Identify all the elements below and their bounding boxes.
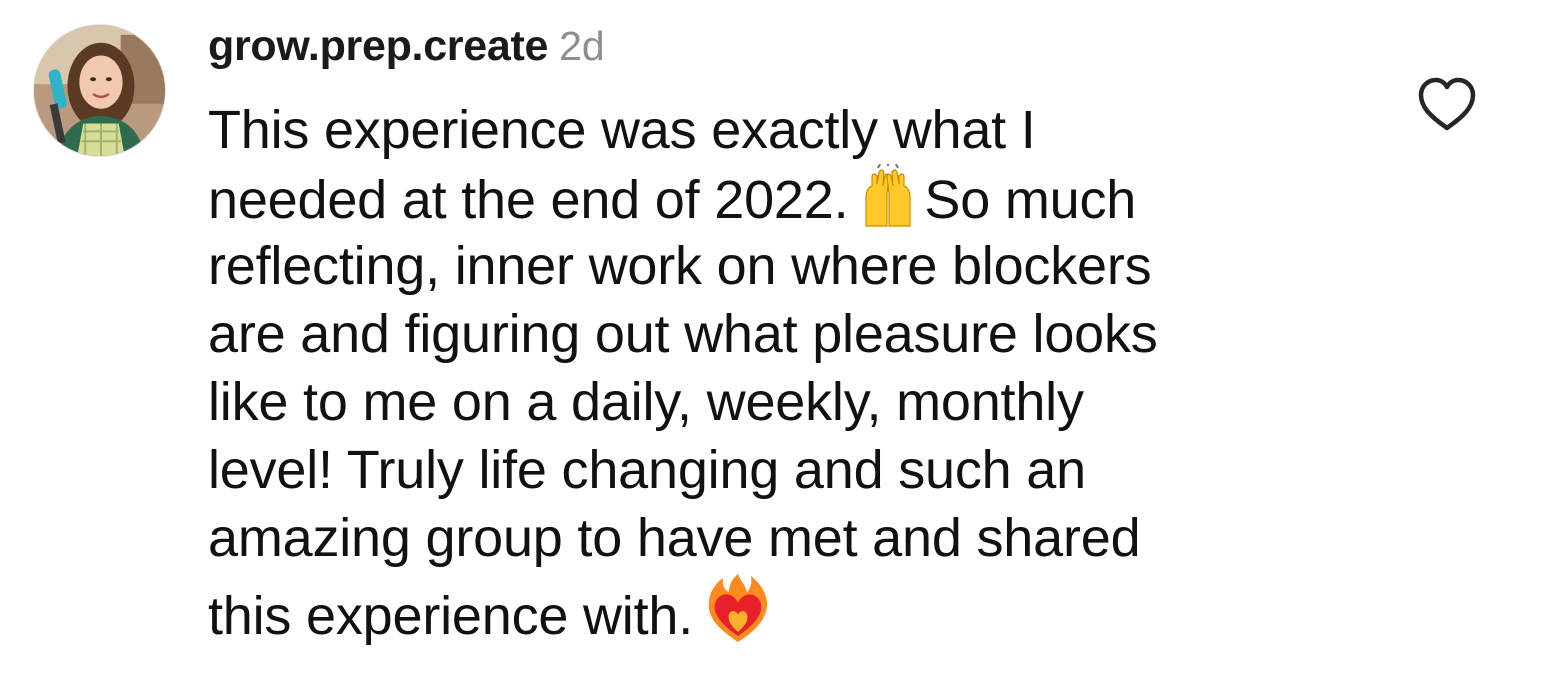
like-button[interactable] [1416,76,1478,132]
username[interactable]: grow.prep.create [208,22,548,71]
comment-line: reflecting, inner work on where blockers [208,236,1152,296]
comment-line-segment: this experience with. [208,586,694,646]
comment-line: level! Truly life changing and such an [208,440,1086,500]
comment-text: This experience was exactly what I neede… [208,96,1338,646]
raising-hands-emoji-icon [858,164,918,228]
comment-header: grow.prep.create 2d [208,22,605,74]
comment-line-segment: So much [924,170,1137,230]
timestamp: 2d [559,23,605,69]
profile-photo [34,25,165,156]
comment-line-with-emoji: this experience with. [208,572,1338,646]
heart-outline-icon [1418,77,1476,131]
heart-on-fire-emoji-icon [703,572,773,644]
comment-line: are and figuring out what pleasure looks [208,304,1158,364]
comment-line: This experience was exactly what I [208,100,1036,160]
comment: grow.prep.create 2d This experience was … [0,0,1548,684]
avatar[interactable] [33,24,166,157]
comment-line: amazing group to have met and shared [208,508,1141,568]
comment-line: like to me on a daily, weekly, monthly [208,372,1084,432]
comment-line-segment: needed at the end of 2022. [208,170,849,230]
comment-line-with-emoji: needed at the end of 2022. So much [208,164,1338,232]
